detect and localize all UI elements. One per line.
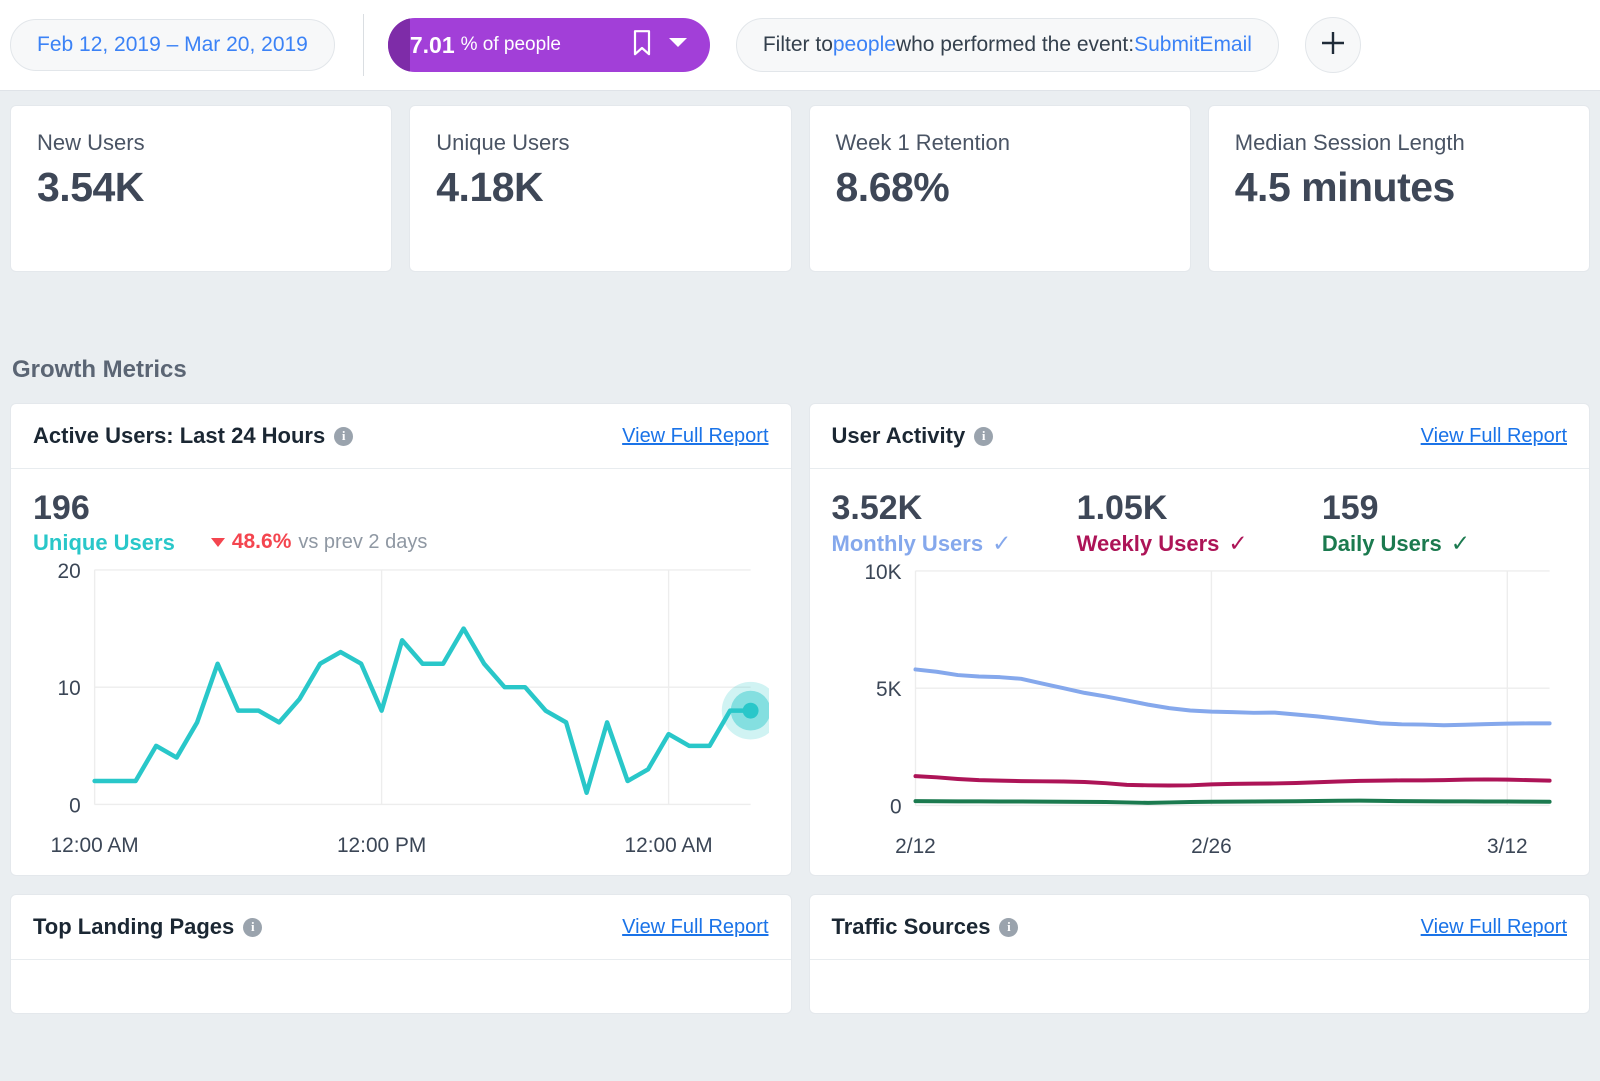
card-active-users: Active Users: Last 24 Hours i View Full … <box>10 403 792 877</box>
card-top-landing-pages: Top Landing Pages i View Full Report <box>10 894 792 1015</box>
kpi-card-median-session-length[interactable]: Median Session Length 4.5 minutes <box>1207 105 1590 272</box>
stat-daily-users[interactable]: 159 Daily Users ✓ <box>1322 489 1567 557</box>
view-full-report-link[interactable]: View Full Report <box>1421 425 1567 448</box>
view-full-report-link[interactable]: View Full Report <box>622 425 768 448</box>
stat-weekly-users[interactable]: 1.05K Weekly Users ✓ <box>1077 489 1322 557</box>
filter-entity-link[interactable]: people <box>833 33 896 57</box>
kpi-value: 4.5 minutes <box>1234 164 1456 210</box>
check-icon[interactable]: ✓ <box>1451 530 1470 557</box>
svg-text:20: 20 <box>58 560 81 583</box>
segment-pill-cap <box>387 18 410 72</box>
svg-text:2/26: 2/26 <box>1191 835 1232 858</box>
card-header: User Activity i View Full Report <box>809 404 1589 469</box>
card-header: Top Landing Pages i View Full Report <box>11 895 791 961</box>
svg-text:12:00 AM: 12:00 AM <box>51 834 139 857</box>
svg-text:12:00 PM: 12:00 PM <box>337 834 426 857</box>
active-users-stats: 196 Unique Users 48.6% vs prev 2 days <box>33 489 769 556</box>
svg-text:5K: 5K <box>876 678 902 701</box>
active-users-delta: 48.6% vs prev 2 days <box>210 530 428 556</box>
plus-icon <box>1318 28 1348 63</box>
stat-monthly-users[interactable]: 3.52K Monthly Users ✓ <box>832 489 1077 557</box>
kpi-card-week-1-retention[interactable]: Week 1 Retention 8.68% <box>808 105 1191 272</box>
card-title: Active Users: Last 24 Hours <box>33 423 326 448</box>
svg-text:0: 0 <box>889 795 901 818</box>
svg-text:10K: 10K <box>864 561 901 584</box>
bookmark-icon[interactable] <box>632 29 652 61</box>
info-icon[interactable]: i <box>243 917 263 937</box>
kpi-label: Unique Users <box>436 130 570 155</box>
arrow-down-icon <box>210 537 225 547</box>
bottom-row: Top Landing Pages i View Full Report Tra… <box>10 894 1590 1015</box>
info-icon[interactable]: i <box>999 917 1019 937</box>
date-range-picker[interactable]: Feb 12, 2019 – Mar 20, 2019 <box>10 19 335 71</box>
delta-value: 48.6% <box>231 530 292 553</box>
stat-label: Weekly Users <box>1076 530 1220 556</box>
svg-text:2/12: 2/12 <box>895 835 936 858</box>
card-title: Top Landing Pages <box>33 914 235 940</box>
stat-value: 1.05K <box>1076 489 1168 527</box>
check-icon[interactable]: ✓ <box>1228 530 1247 557</box>
stat-label: Daily Users <box>1321 530 1442 556</box>
top-toolbar: Feb 12, 2019 – Mar 20, 2019 7.01 % of pe… <box>0 0 1600 91</box>
card-user-activity: User Activity i View Full Report 3.52K M… <box>808 403 1590 877</box>
stat-label: Monthly Users <box>831 530 984 556</box>
card-title: Traffic Sources <box>831 914 991 940</box>
event-filter-pill[interactable]: Filter to people who performed the event… <box>735 18 1279 72</box>
dashboard-body: New Users 3.54K Unique Users 4.18K Week … <box>0 91 1600 1015</box>
segment-pill[interactable]: 7.01 % of people <box>387 18 710 72</box>
card-traffic-sources: Traffic Sources i View Full Report <box>808 894 1590 1015</box>
check-icon[interactable]: ✓ <box>992 530 1011 557</box>
stat-value: 3.52K <box>831 489 923 527</box>
kpi-value: 8.68% <box>835 164 950 210</box>
section-title-growth-metrics: Growth Metrics <box>12 356 187 383</box>
kpi-value: 4.18K <box>436 164 544 210</box>
kpi-label: Week 1 Retention <box>835 130 1010 155</box>
svg-text:12:00 AM: 12:00 AM <box>625 834 713 857</box>
user-activity-stats: 3.52K Monthly Users ✓ 1.05K Weekly Users… <box>832 489 1568 557</box>
chevron-down-icon[interactable] <box>668 36 688 54</box>
info-icon[interactable]: i <box>974 426 994 446</box>
growth-metrics-row: Active Users: Last 24 Hours i View Full … <box>10 403 1590 877</box>
segment-percent-value: 7.01 <box>409 31 455 58</box>
kpi-value: 3.54K <box>37 164 144 210</box>
segment-percent-unit: % of people <box>460 34 561 55</box>
kpi-card-new-users[interactable]: New Users 3.54K <box>10 105 393 272</box>
active-users-value: 196 <box>33 489 90 527</box>
kpi-card-unique-users[interactable]: Unique Users 4.18K <box>409 105 792 272</box>
filter-event-link[interactable]: SubmitEmail <box>1134 33 1252 57</box>
svg-text:3/12: 3/12 <box>1487 835 1528 858</box>
info-icon[interactable]: i <box>334 426 354 446</box>
kpi-row: New Users 3.54K Unique Users 4.18K Week … <box>10 91 1590 272</box>
card-header: Traffic Sources i View Full Report <box>809 895 1589 961</box>
stat-value: 159 <box>1321 489 1379 527</box>
kpi-label: Median Session Length <box>1234 130 1465 155</box>
filter-prefix-label: Filter to <box>762 33 833 56</box>
active-users-metric-label: Unique Users <box>33 530 175 555</box>
card-title: User Activity <box>831 423 966 448</box>
add-filter-button[interactable] <box>1304 17 1361 73</box>
filter-mid-label: who performed the event: <box>895 33 1135 56</box>
date-range-label: Feb 12, 2019 – Mar 20, 2019 <box>37 33 308 56</box>
svg-text:10: 10 <box>58 677 81 700</box>
card-header: Active Users: Last 24 Hours i View Full … <box>11 404 791 469</box>
svg-text:0: 0 <box>69 794 81 817</box>
card-body: 3.52K Monthly Users ✓ 1.05K Weekly Users… <box>810 469 1590 875</box>
toolbar-divider <box>362 14 364 76</box>
view-full-report-link[interactable]: View Full Report <box>622 916 768 939</box>
kpi-label: New Users <box>37 130 145 155</box>
delta-suffix: vs prev 2 days <box>298 530 428 553</box>
active-users-line-chart[interactable]: 0 10 20 12:00 AM 12:00 PM 12:00 AM <box>33 556 769 874</box>
card-body: 196 Unique Users 48.6% vs prev 2 days 0 1… <box>11 469 791 874</box>
view-full-report-link[interactable]: View Full Report <box>1421 916 1567 939</box>
user-activity-line-chart[interactable]: 0 5K 10K 2/12 2/26 3/12 <box>832 557 1568 875</box>
